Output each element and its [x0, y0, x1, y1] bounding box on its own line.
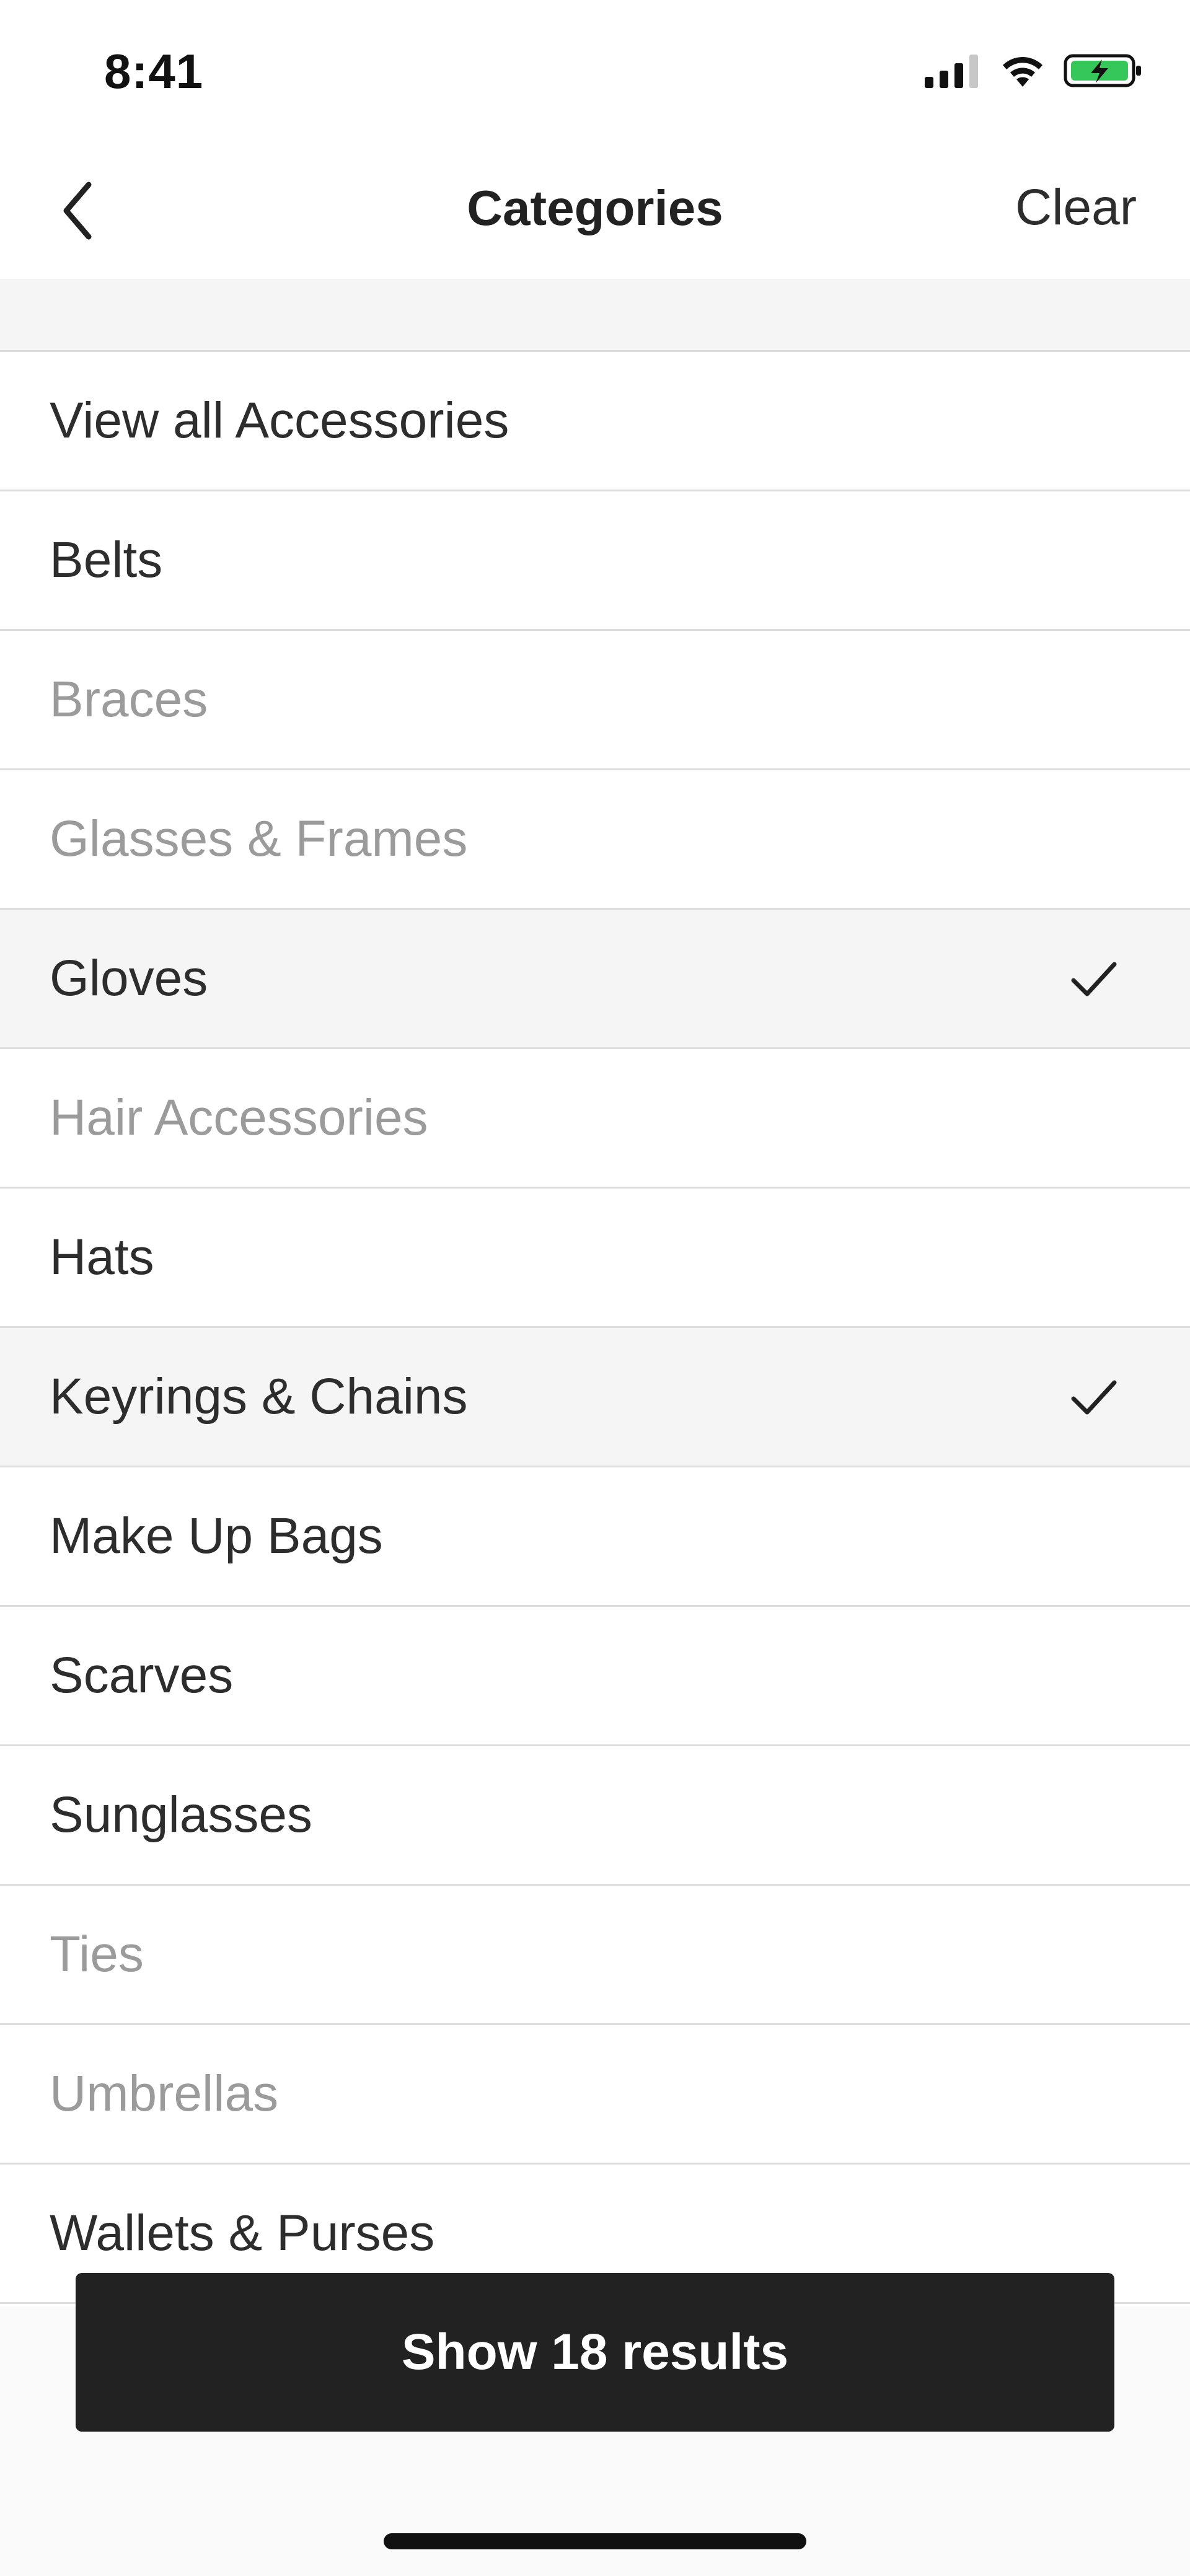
category-label: Keyrings & Chains: [50, 1368, 468, 1425]
category-list-item: Ties: [0, 1886, 1190, 2025]
list-header-spacer: [0, 279, 1190, 352]
checkmark-icon: [1071, 1380, 1117, 1415]
category-list: View all Accessories Belts Braces Glasses &…: [0, 352, 1190, 2304]
category-list-item[interactable]: Sunglasses: [0, 1746, 1190, 1886]
page-title: Categories: [467, 180, 723, 235]
category-label: Umbrellas: [50, 2065, 279, 2122]
nav-bar: Categories Clear: [0, 143, 1190, 279]
category-label: Hats: [50, 1229, 154, 1285]
category-label: View all Accessories: [50, 392, 509, 449]
category-label: Make Up Bags: [50, 1508, 383, 1564]
category-label: Sunglasses: [50, 1787, 312, 1843]
category-label: Wallets & Purses: [50, 2205, 435, 2261]
category-label: Belts: [50, 532, 163, 588]
category-list-item: Glasses & Frames: [0, 770, 1190, 910]
category-list-item[interactable]: Hats: [0, 1189, 1190, 1328]
clear-button[interactable]: Clear: [1015, 178, 1137, 237]
category-label: Glasses & Frames: [50, 811, 468, 867]
category-list-item[interactable]: View all Accessories: [0, 352, 1190, 491]
category-list-item[interactable]: Gloves: [0, 910, 1190, 1049]
category-list-item: Braces: [0, 631, 1190, 770]
category-list-item[interactable]: Make Up Bags: [0, 1467, 1190, 1607]
category-list-item: Umbrellas: [0, 2025, 1190, 2165]
category-label: Ties: [50, 1926, 144, 1982]
wifi-icon: [998, 52, 1047, 92]
category-list-item: Hair Accessories: [0, 1049, 1190, 1189]
battery-charging-icon: [1064, 52, 1143, 92]
status-time: 8:41: [104, 44, 204, 99]
category-list-item[interactable]: Keyrings & Chains: [0, 1328, 1190, 1467]
categories-filter-screen: 8:41 Categories Clear View all Accessori…: [0, 0, 1190, 2576]
category-list-item[interactable]: Scarves: [0, 1607, 1190, 1746]
category-label: Scarves: [50, 1647, 234, 1703]
status-bar: 8:41: [0, 0, 1190, 143]
home-indicator: [384, 2533, 806, 2549]
category-label: Hair Accessories: [50, 1089, 428, 1146]
cellular-signal-icon: [925, 52, 982, 92]
category-list-item[interactable]: Belts: [0, 491, 1190, 631]
show-results-button[interactable]: Show 18 results: [76, 2273, 1114, 2432]
category-label: Gloves: [50, 950, 208, 1006]
status-icons: [925, 52, 1143, 92]
category-label: Braces: [50, 671, 208, 728]
checkmark-icon: [1071, 962, 1117, 996]
